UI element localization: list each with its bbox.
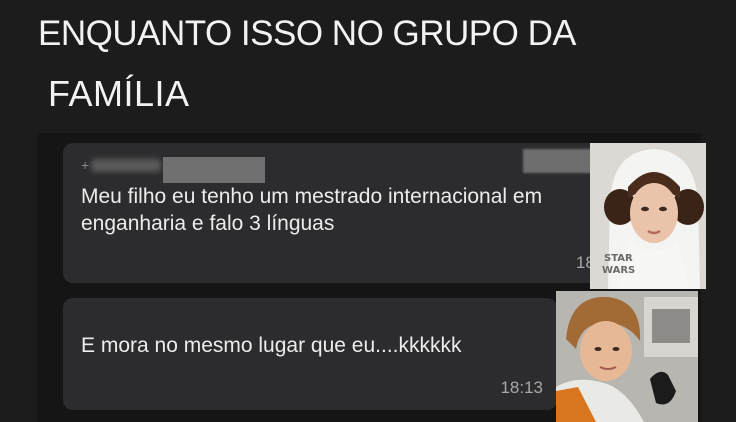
meme-caption: ENQUANTO ISSO NO GRUPO DA FAMÍLIA	[38, 14, 576, 113]
message-bubble-2[interactable]: E mora no mesmo lugar que eu....kkkkkk 1…	[63, 298, 557, 410]
luke-photo	[556, 291, 698, 422]
leia-illustration: STAR WARS	[590, 143, 706, 289]
caption-line-2: FAMÍLIA	[48, 73, 190, 114]
caption-line-1: ENQUANTO ISSO NO GRUPO DA	[38, 14, 576, 53]
bubble-tail	[82, 311, 90, 319]
message-text-1: Meu filho eu tenho um mestrado internaci…	[81, 185, 543, 235]
caption-line-1-text: ENQUANTO ISSO NO GRUPO D	[38, 14, 553, 53]
luke-illustration	[556, 291, 698, 422]
caption-line-1-end: A	[552, 12, 576, 53]
sender-prefix: +	[81, 157, 90, 173]
message-bubble-1[interactable]: + Meu filho eu tenho um mestrado interna…	[63, 143, 623, 283]
message-time-2: 18:13	[500, 378, 543, 397]
message-text-2: E mora no mesmo lugar que eu....kkkkkk	[81, 334, 462, 357]
sender-name: +	[81, 157, 271, 183]
sender-blur	[91, 159, 161, 172]
sender-redaction	[163, 157, 265, 183]
leia-photo: STAR WARS	[590, 143, 706, 289]
leia-badge-line2: WARS	[602, 265, 635, 276]
leia-badge-line1: STAR	[604, 253, 633, 264]
